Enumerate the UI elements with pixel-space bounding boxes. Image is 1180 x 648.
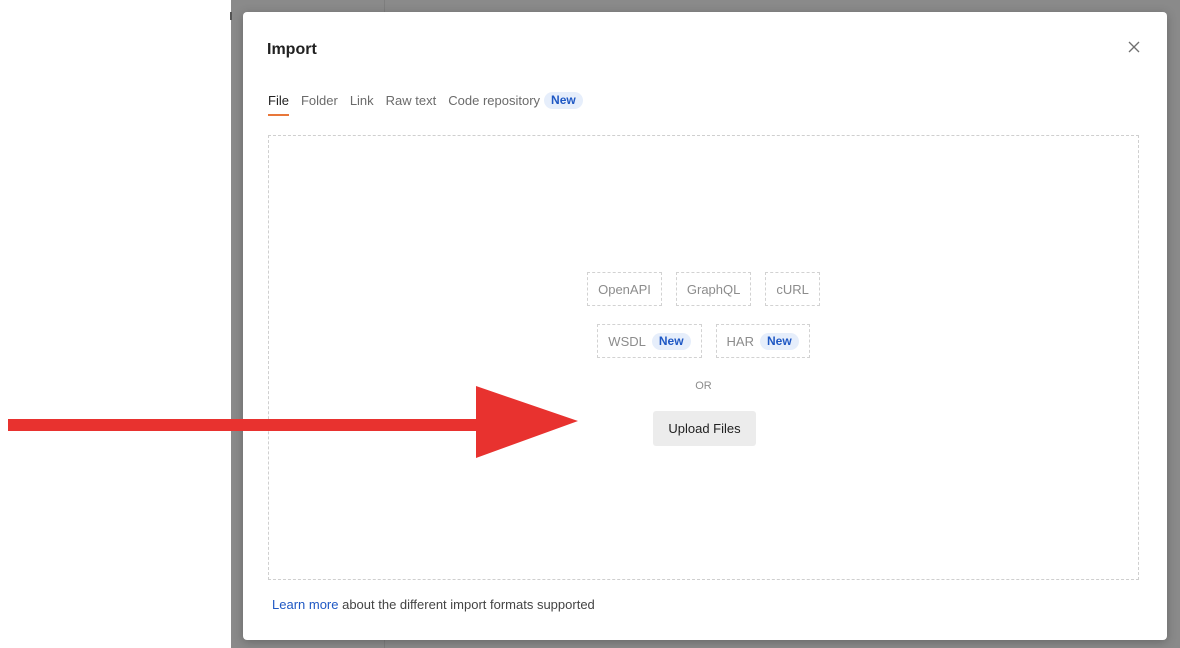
format-har: HAR New (715, 324, 810, 358)
tab-raw-text[interactable]: Raw text (386, 93, 437, 116)
footer-help-text: Learn more about the different import fo… (272, 597, 595, 612)
or-separator: OR (695, 380, 712, 392)
tab-label: Raw text (385, 93, 437, 108)
close-button[interactable] (1123, 36, 1145, 58)
tab-file[interactable]: File (268, 93, 289, 116)
format-label: cURL (776, 281, 809, 297)
background-mark (230, 12, 232, 20)
tab-folder[interactable]: Folder (301, 93, 338, 116)
new-badge: New (651, 332, 691, 350)
format-wsdl: WSDL New (597, 324, 702, 358)
format-label: HAR (726, 333, 754, 349)
new-badge: New (544, 92, 583, 109)
new-badge: New (760, 332, 799, 350)
import-modal: Import File Folder Link Raw text Code re… (243, 12, 1167, 640)
upload-files-button[interactable]: Upload Files (653, 411, 756, 446)
tab-label: Code repository (448, 93, 541, 108)
close-icon (1128, 41, 1140, 53)
tab-label: File (268, 93, 289, 108)
format-row: OpenAPI GraphQL cURL (269, 272, 1138, 306)
format-label: OpenAPI (598, 281, 651, 297)
tab-label: Folder (300, 93, 338, 108)
format-row: WSDL New HAR New (269, 324, 1138, 358)
format-label: GraphQL (686, 281, 741, 297)
tab-link[interactable]: Link (350, 93, 374, 116)
modal-title: Import (267, 41, 317, 58)
tab-label: Link (349, 93, 374, 108)
footer-description: about the different import formats suppo… (338, 597, 595, 612)
format-openapi: OpenAPI (587, 272, 662, 306)
learn-more-link[interactable]: Learn more (272, 597, 338, 612)
format-graphql: GraphQL (675, 272, 752, 306)
file-drop-zone[interactable]: OpenAPI GraphQL cURL WSDL New HAR New OR… (268, 135, 1139, 580)
format-label: WSDL (608, 333, 646, 349)
tab-code-repository[interactable]: Code repository New (448, 92, 583, 117)
format-curl: cURL (765, 272, 820, 306)
import-tabs: File Folder Link Raw text Code repositor… (268, 92, 595, 117)
